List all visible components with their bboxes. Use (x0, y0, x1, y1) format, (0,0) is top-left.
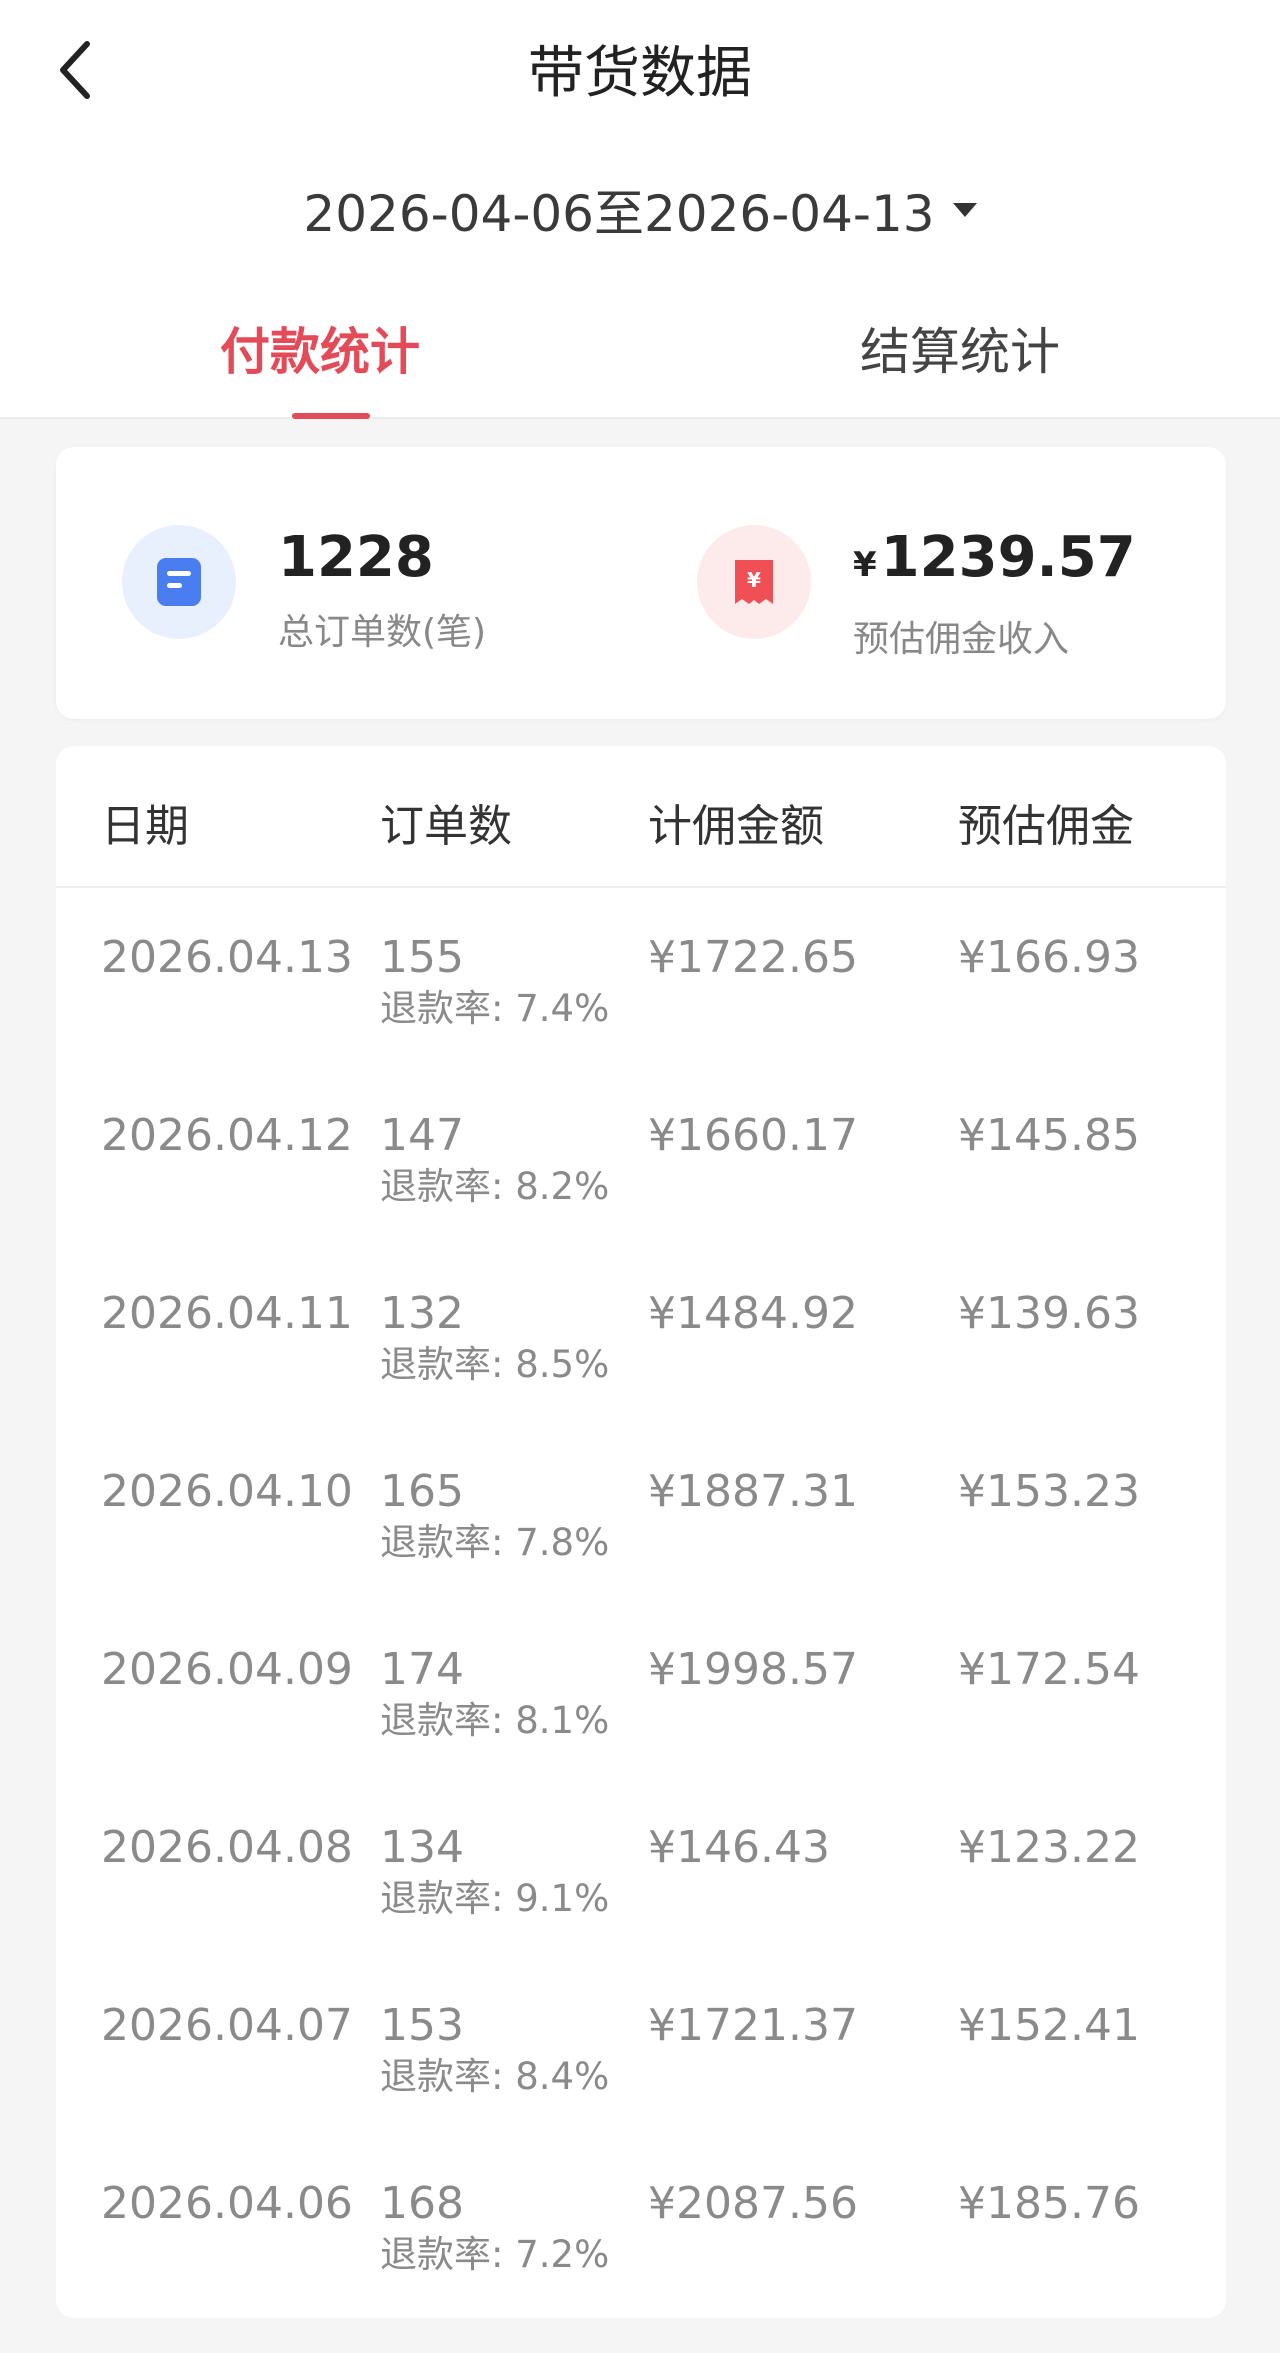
order-count: 153 (380, 2000, 464, 2051)
header-date: 日期 (101, 801, 189, 852)
estimated-commission-label: 预估佣金收入 (853, 619, 1070, 660)
table-row: 2026.04.13 155 退款率: 7.4% ¥1722.65 ¥166.93 (56, 929, 1226, 1107)
orders-icon-circle (122, 525, 236, 639)
estimated-commission-amount: 1239.57 (880, 525, 1136, 590)
page-title: 带货数据 (528, 41, 752, 106)
table-row: 2026.04.12 147 退款率: 8.2% ¥1660.17 ¥145.85 (56, 1107, 1226, 1285)
row-date: 2026.04.13 (101, 932, 353, 983)
order-count: 174 (380, 1644, 464, 1695)
estimated-commission-value: ¥1239.57 (853, 525, 1136, 598)
row-orders: 155 退款率: 7.4% (380, 929, 609, 1031)
row-date: 2026.04.09 (101, 1644, 353, 1695)
order-count: 134 (380, 1822, 464, 1873)
row-orders: 174 退款率: 8.1% (380, 1641, 609, 1743)
row-orders: 168 退款率: 7.2% (380, 2175, 609, 2277)
table-row: 2026.04.10 165 退款率: 7.8% ¥1887.31 ¥153.23 (56, 1463, 1226, 1641)
date-range-label: 2026-04-06至2026-04-13 (303, 185, 935, 243)
order-count: 155 (380, 932, 464, 983)
total-orders-value: 1228 (278, 525, 434, 590)
refund-rate: 退款率: 7.8% (380, 1521, 610, 1564)
total-orders-label: 总订单数(笔) (278, 612, 487, 653)
active-tab-indicator (292, 413, 370, 419)
order-count: 147 (380, 1110, 464, 1161)
nav-bar: 带货数据 (0, 0, 1280, 140)
row-amount: ¥1721.37 (648, 2000, 858, 2051)
order-count: 168 (380, 2178, 464, 2229)
row-commission: ¥185.76 (958, 2178, 1140, 2229)
caret-down-icon (952, 203, 977, 217)
row-amount: ¥1484.92 (648, 1288, 858, 1339)
commission-icon-circle: ¥ (697, 525, 811, 639)
refund-rate: 退款率: 8.4% (380, 2055, 610, 2098)
top-section: 带货数据 2026-04-06至2026-04-13 付款统计 结算统计 (0, 0, 1280, 419)
header-commissionable-amount: 计佣金额 (648, 801, 824, 852)
order-count: 165 (380, 1466, 464, 1517)
row-orders: 153 退款率: 8.4% (380, 1997, 609, 2099)
table-row: 2026.04.08 134 退款率: 9.1% ¥146.43 ¥123.22 (56, 1819, 1226, 1997)
row-date: 2026.04.06 (101, 2178, 353, 2229)
orders-stat: 1228 总订单数(笔) (122, 525, 486, 655)
row-amount: ¥2087.56 (648, 2178, 858, 2229)
refund-rate: 退款率: 7.2% (380, 2233, 610, 2276)
row-orders: 134 退款率: 9.1% (380, 1819, 609, 1921)
table-row: 2026.04.07 153 退款率: 8.4% ¥1721.37 ¥152.41 (56, 1997, 1226, 2175)
row-amount: ¥146.43 (648, 1822, 830, 1873)
table-row: 2026.04.09 174 退款率: 8.1% ¥1998.57 ¥172.54 (56, 1641, 1226, 1819)
order-count: 132 (380, 1288, 464, 1339)
refund-rate: 退款率: 9.1% (380, 1877, 610, 1920)
row-amount: ¥1887.31 (648, 1466, 858, 1517)
svg-text:¥: ¥ (747, 568, 761, 592)
refund-rate: 退款率: 7.4% (380, 987, 610, 1030)
row-commission: ¥172.54 (958, 1644, 1140, 1695)
table-header: 日期 订单数 计佣金额 预估佣金 (56, 746, 1226, 888)
currency-symbol: ¥ (853, 545, 877, 585)
row-date: 2026.04.07 (101, 2000, 353, 2051)
row-orders: 147 退款率: 8.2% (380, 1107, 609, 1209)
tab-settlement-stats-label: 结算统计 (860, 323, 1060, 381)
refund-rate: 退款率: 8.1% (380, 1699, 610, 1742)
row-amount: ¥1998.57 (648, 1644, 858, 1695)
refund-rate: 退款率: 8.5% (380, 1343, 610, 1386)
date-range-selector[interactable]: 2026-04-06至2026-04-13 (0, 140, 1280, 280)
row-orders: 165 退款率: 7.8% (380, 1463, 609, 1565)
summary-card: 1228 总订单数(笔) ¥ ¥1239.57 预估佣金收入 (56, 447, 1226, 719)
header-estimated-commission: 预估佣金 (958, 801, 1134, 852)
row-amount: ¥1722.65 (648, 932, 858, 983)
refund-rate: 退款率: 8.2% (380, 1165, 610, 1208)
row-orders: 132 退款率: 8.5% (380, 1285, 609, 1387)
document-icon (157, 558, 201, 606)
row-commission: ¥166.93 (958, 932, 1140, 983)
tab-bar: 付款统计 结算统计 (0, 300, 1280, 419)
header-orders: 订单数 (380, 801, 512, 852)
commission-stat: ¥ ¥1239.57 预估佣金收入 (697, 525, 1136, 662)
receipt-yen-icon: ¥ (735, 560, 773, 604)
tab-settlement-stats[interactable]: 结算统计 (640, 300, 1280, 419)
tab-payment-stats[interactable]: 付款统计 (0, 300, 640, 419)
tab-payment-stats-label: 付款统计 (220, 323, 420, 381)
row-commission: ¥145.85 (958, 1110, 1140, 1161)
table-row: 2026.04.11 132 退款率: 8.5% ¥1484.92 ¥139.63 (56, 1285, 1226, 1463)
row-date: 2026.04.08 (101, 1822, 353, 1873)
row-date: 2026.04.11 (101, 1288, 353, 1339)
row-commission: ¥139.63 (958, 1288, 1140, 1339)
daily-data-table: 日期 订单数 计佣金额 预估佣金 2026.04.13 155 退款率: 7.4%… (56, 746, 1226, 2318)
row-date: 2026.04.12 (101, 1110, 353, 1161)
table-row: 2026.04.06 168 退款率: 7.2% ¥2087.56 ¥185.76 (56, 2175, 1226, 2353)
row-amount: ¥1660.17 (648, 1110, 858, 1161)
row-commission: ¥123.22 (958, 1822, 1140, 1873)
row-commission: ¥153.23 (958, 1466, 1140, 1517)
row-commission: ¥152.41 (958, 2000, 1140, 2051)
row-date: 2026.04.10 (101, 1466, 353, 1517)
